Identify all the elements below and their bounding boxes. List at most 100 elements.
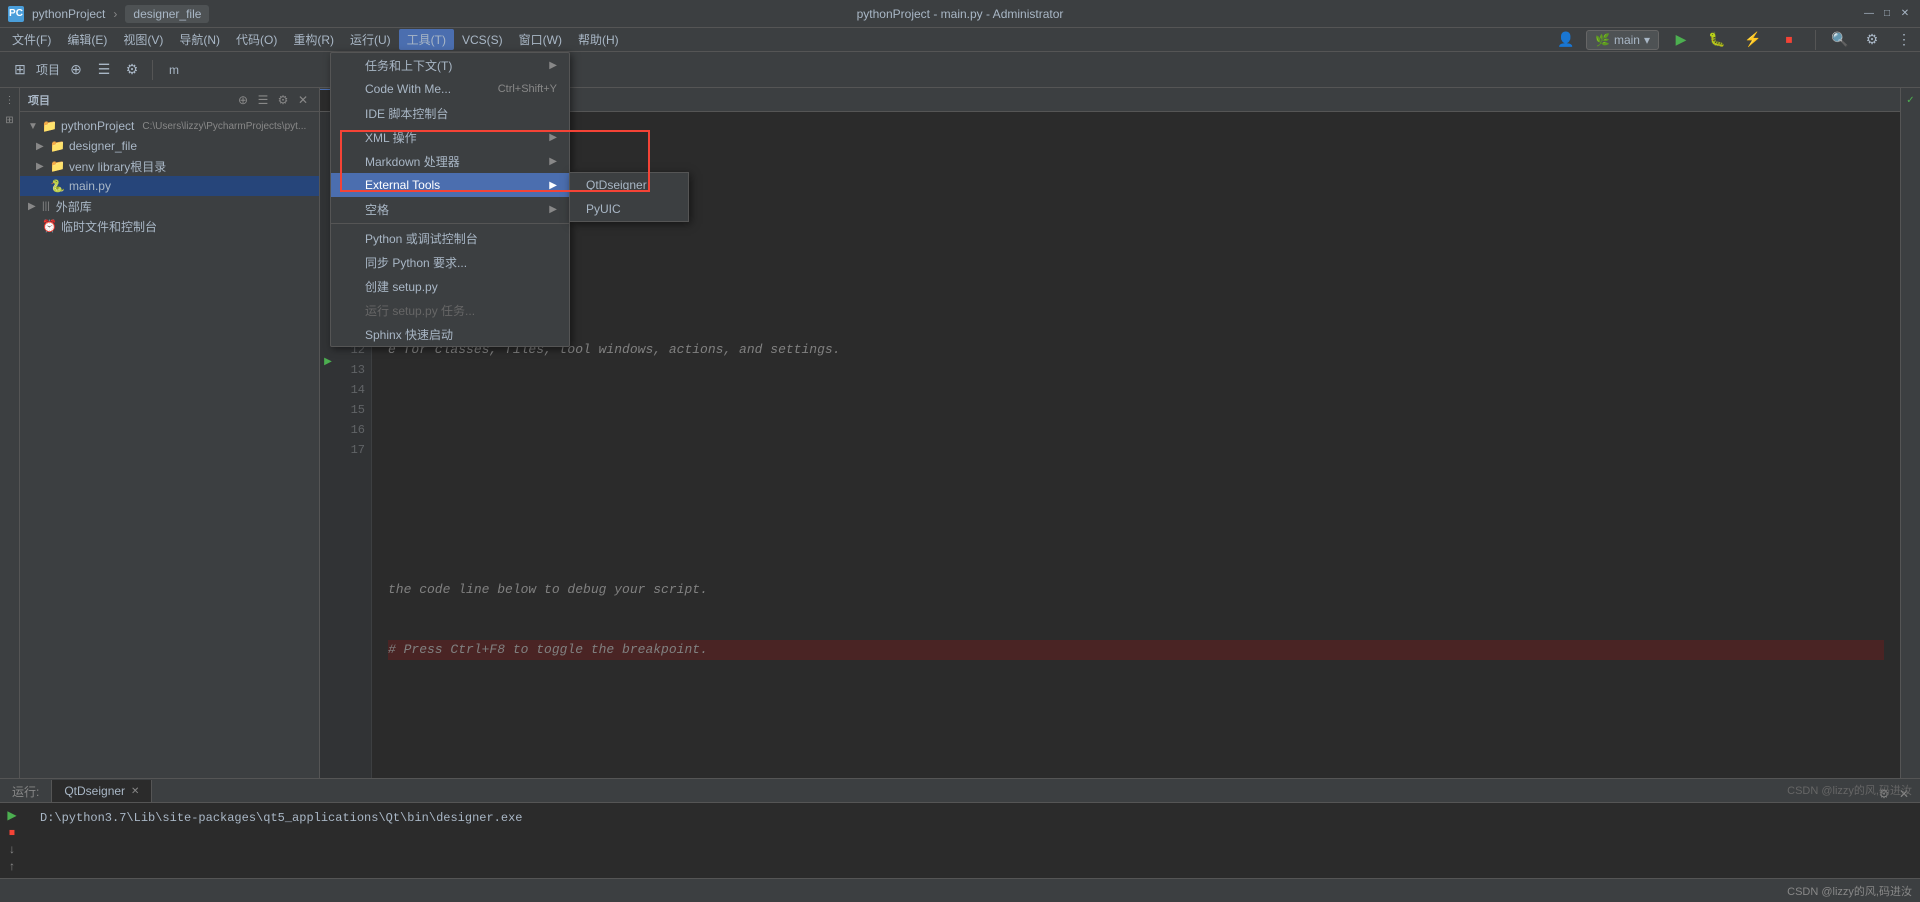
menu-spaces-label: 空格 [365, 201, 389, 218]
menu-file[interactable]: 文件(F) [4, 29, 59, 50]
bottom-run-green-icon[interactable]: ▶ [4, 807, 20, 823]
sidebar: 项目 ⊕ ☰ ⚙ ✕ ▼ 📁 pythonProject C:\Users\li… [20, 88, 320, 778]
tree-item-temp[interactable]: ▶ ⏰ 临时文件和控制台 [20, 216, 319, 236]
status-bar: CSDN @lizzy的风,码进汝 [0, 878, 1920, 902]
ln-14: 14 [342, 380, 365, 400]
menu-nav[interactable]: 导航(N) [171, 29, 228, 50]
gear-icon[interactable]: ⚙ [120, 58, 144, 82]
arrow-line-15 [320, 392, 336, 412]
project-label: 项目 [36, 61, 60, 78]
sidebar-add-btn[interactable]: ⊕ [235, 92, 251, 108]
search-everywhere-icon[interactable]: 🔍 [1828, 28, 1852, 52]
tree-label-designer: designer_file [69, 139, 137, 153]
tree-item-external-libs[interactable]: ▶ ||| 外部库 [20, 196, 319, 216]
add-icon[interactable]: ⊕ [64, 58, 88, 82]
arrow-line-17 [320, 432, 336, 452]
tree-item-root[interactable]: ▼ 📁 pythonProject C:\Users\lizzy\Pycharm… [20, 116, 319, 136]
sidebar-hide-btn[interactable]: ✕ [295, 92, 311, 108]
bottom-tab-qtdseigner[interactable]: QtDseigner ✕ [52, 780, 152, 802]
tree-item-designer[interactable]: ▶ 📁 designer_file [20, 136, 319, 156]
structure-icon[interactable]: ⋮ [2, 92, 18, 108]
code-line-5 [388, 400, 1884, 420]
right-gutter: ✓ [1900, 88, 1920, 778]
settings-icon[interactable]: ⚙ [1860, 28, 1884, 52]
external-tools-arrow: ▶ [549, 180, 557, 191]
menu-vcs[interactable]: VCS(S) [454, 31, 511, 49]
sep2 [152, 60, 153, 80]
bottom-tab-close[interactable]: ✕ [131, 786, 139, 797]
menu-refactor[interactable]: 重构(R) [285, 29, 342, 50]
bottom-stop-icon[interactable]: ⏹ [4, 824, 20, 840]
menu-tasks[interactable]: 任务和上下文(T) ▶ [331, 53, 569, 77]
minimize-button[interactable]: — [1862, 7, 1876, 21]
menu-run[interactable]: 运行(U) [342, 29, 399, 50]
sidebar-settings-btn[interactable]: ⚙ [275, 92, 291, 108]
menu-tools[interactable]: 工具(T) [399, 29, 454, 50]
run-config-dropdown[interactable]: 🌿 main ▾ [1586, 30, 1659, 50]
tasks-arrow: ▶ [549, 60, 557, 71]
toggle-sidebar-icon[interactable]: ⊞ [8, 58, 32, 82]
more-icon[interactable]: ⋮ [1892, 28, 1916, 52]
code-line-6 [388, 460, 1884, 480]
bottom-scroll-up-icon[interactable]: ↑ [4, 858, 20, 874]
stop-button[interactable]: ⏹ [1775, 28, 1803, 52]
menu-edit[interactable]: 编辑(E) [59, 29, 115, 50]
menu-bar-right: 👤 🌿 main ▾ ▶ 🐛 ⚡ ⏹ 🔍 ⚙ ⋮ [1554, 28, 1916, 52]
code-line-4: e for classes, files, tool windows, acti… [388, 340, 1884, 360]
tools-menu: 任务和上下文(T) ▶ Code With Me... Ctrl+Shift+Y… [330, 52, 570, 347]
folder-icon-venv: 📁 [50, 159, 65, 173]
menu-create-setup[interactable]: 创建 setup.py [331, 274, 569, 298]
menu-view[interactable]: 视图(V) [115, 29, 171, 50]
title-bar: PC pythonProject › designer_file pythonP… [0, 0, 1920, 28]
list-icon[interactable]: ☰ [92, 58, 116, 82]
coverage-button[interactable]: ⚡ [1739, 28, 1767, 52]
external-tools-submenu: QtDseigner PyUIC [569, 172, 689, 222]
submenu-qtdseigner[interactable]: QtDseigner [570, 173, 688, 197]
tree-item-main[interactable]: ▶ 🐍 main.py [20, 176, 319, 196]
menu-code-with-me[interactable]: Code With Me... Ctrl+Shift+Y [331, 77, 569, 101]
maximize-button[interactable]: □ [1880, 7, 1894, 21]
close-button[interactable]: ✕ [1898, 7, 1912, 21]
menu-python-console[interactable]: Python 或调试控制台 [331, 226, 569, 250]
user-icon[interactable]: 👤 [1554, 28, 1578, 52]
code-with-me-shortcut: Ctrl+Shift+Y [498, 83, 557, 95]
menu-sync-reqs[interactable]: 同步 Python 要求... [331, 250, 569, 274]
submenu-pyuic[interactable]: PyUIC [570, 197, 688, 221]
right-icon-1[interactable]: ✓ [1903, 92, 1919, 108]
spaces-arrow: ▶ [549, 204, 557, 215]
run-button[interactable]: ▶ [1667, 28, 1695, 52]
run-label: 运行: [12, 783, 39, 800]
menu-sep1 [331, 223, 569, 224]
menu-ide-console[interactable]: IDE 脚本控制台 [331, 101, 569, 125]
tree-item-venv[interactable]: ▶ 📁 venv library根目录 [20, 156, 319, 176]
menu-help[interactable]: 帮助(H) [570, 29, 627, 50]
arrow-line-13: ▶ [320, 352, 336, 372]
bottom-panel: 运行: QtDseigner ✕ ⚙ ✕ ▶ ⏹ ↓ ↑ D:\python3.… [0, 778, 1920, 878]
bottom-tab-run-label: 运行: [0, 780, 52, 802]
title-bar-title: pythonProject - main.py - Administrator [857, 7, 1064, 21]
tree-arrow-root: ▼ [28, 121, 38, 132]
tree-label-temp: 临时文件和控制台 [61, 218, 157, 235]
menu-markdown[interactable]: Markdown 处理器 ▶ [331, 149, 569, 173]
menu-sphinx[interactable]: Sphinx 快速启动 [331, 322, 569, 346]
toolbar-sep1 [1815, 30, 1816, 50]
tab-file-label: m [169, 63, 179, 77]
bookmark-icon[interactable]: ⊞ [2, 112, 18, 128]
ln-17: 17 [342, 440, 365, 460]
menu-external-tools[interactable]: External Tools ▶ QtDseigner PyUIC [331, 173, 569, 197]
bottom-tab-label-qt: QtDseigner [64, 784, 125, 798]
tree-label-ext: 外部库 [56, 198, 92, 215]
menu-xml-ops[interactable]: XML 操作 ▶ [331, 125, 569, 149]
ln-13: 13 [342, 360, 365, 380]
bottom-content: D:\python3.7\Lib\site-packages\qt5_appli… [24, 803, 1920, 878]
folder-icon-root: 📁 [42, 119, 57, 133]
sidebar-actions: ⊕ ☰ ⚙ ✕ [235, 92, 311, 108]
sidebar-list-btn[interactable]: ☰ [255, 92, 271, 108]
bottom-scroll-down-icon[interactable]: ↓ [4, 841, 20, 857]
menu-tasks-label: 任务和上下文(T) [365, 57, 452, 74]
menu-spaces[interactable]: 空格 ▶ [331, 197, 569, 221]
debug-button[interactable]: 🐛 [1703, 28, 1731, 52]
menu-window[interactable]: 窗口(W) [511, 29, 570, 50]
menu-code[interactable]: 代码(O) [228, 29, 285, 50]
ln-15: 15 [342, 400, 365, 420]
